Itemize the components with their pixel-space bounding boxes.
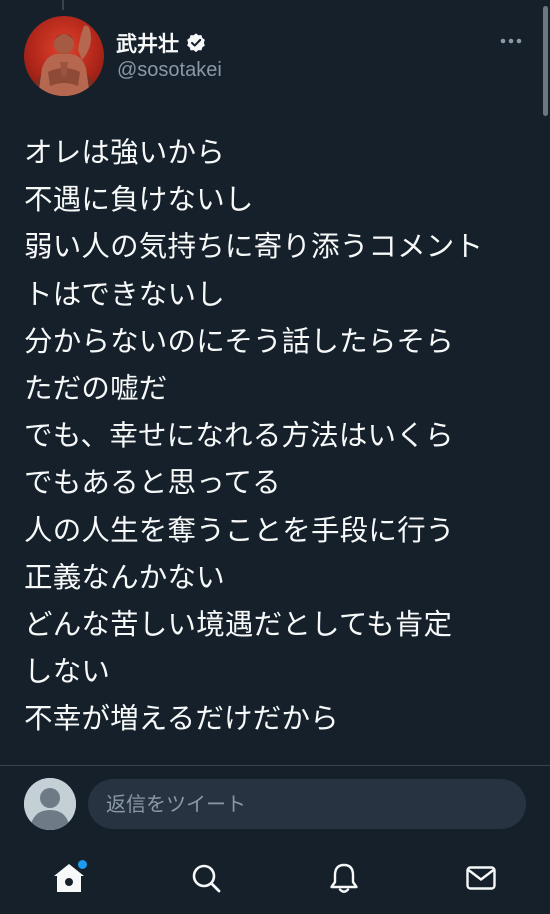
tweet-text-line: トはできないし: [24, 277, 225, 311]
verified-badge-icon: [187, 33, 205, 53]
reply-input[interactable]: [88, 779, 526, 829]
display-name[interactable]: 武井壮: [116, 28, 179, 58]
tweet-text-line: 不遇に負けないし: [24, 183, 254, 217]
tweet-text-line: 不幸が増えるだけだから: [24, 702, 339, 736]
tweet-text-line: でもあると思ってる: [24, 466, 281, 500]
reply-avatar[interactable]: [24, 778, 76, 830]
nav-messages[interactable]: [459, 856, 503, 900]
tweet-text-line: ただの嘘だ: [24, 371, 168, 405]
user-handle[interactable]: @sosotakei: [117, 59, 222, 82]
tweet-header: 武井壮 @sosotakei: [24, 16, 534, 98]
tweet-text-line: 弱い人の気持ちに寄り添うコメント: [24, 230, 484, 264]
nav-home[interactable]: [47, 856, 91, 900]
more-options-button[interactable]: [496, 28, 526, 54]
profile-photo-icon: [34, 25, 94, 96]
tweet-text-line: 正義なんかない: [24, 560, 225, 594]
default-user-icon: [24, 778, 76, 830]
search-icon: [192, 864, 221, 893]
notification-dot: [78, 860, 87, 869]
mail-icon: [466, 866, 496, 890]
bell-icon: [330, 863, 358, 893]
tweet-text-line: オレは強いから: [24, 136, 225, 169]
nav-notifications[interactable]: [322, 856, 366, 900]
more-dots-icon: [500, 38, 522, 44]
reply-bar: [0, 766, 550, 842]
scrollbar[interactable]: [543, 6, 548, 116]
thread-connector-line: [62, 0, 64, 10]
tweet-text-line: でも、幸せになれる方法はいくら: [24, 419, 454, 453]
bottom-nav: [0, 842, 550, 914]
tweet-text-line: どんな苦しい境遇だとしても肯定: [24, 607, 453, 641]
avatar[interactable]: [24, 16, 104, 96]
nav-search[interactable]: [184, 856, 228, 900]
tweet-text-line: 人の人生を奪うことを手段に行う: [24, 513, 455, 547]
tweet-text: オレは強いから 不遇に負けないし 弱い人の気持ちに寄り添うコメント トはできない…: [24, 129, 529, 742]
tweet-text-line: しない: [24, 655, 111, 689]
tweet-detail-screen: 武井壮 @sosotakei オレは強いから 不遇に負けないし 弱い人の気持ちに…: [0, 0, 550, 914]
name-row: 武井壮: [116, 28, 207, 58]
tweet-text-line: 分からないのにそう話したらそら: [24, 324, 454, 358]
